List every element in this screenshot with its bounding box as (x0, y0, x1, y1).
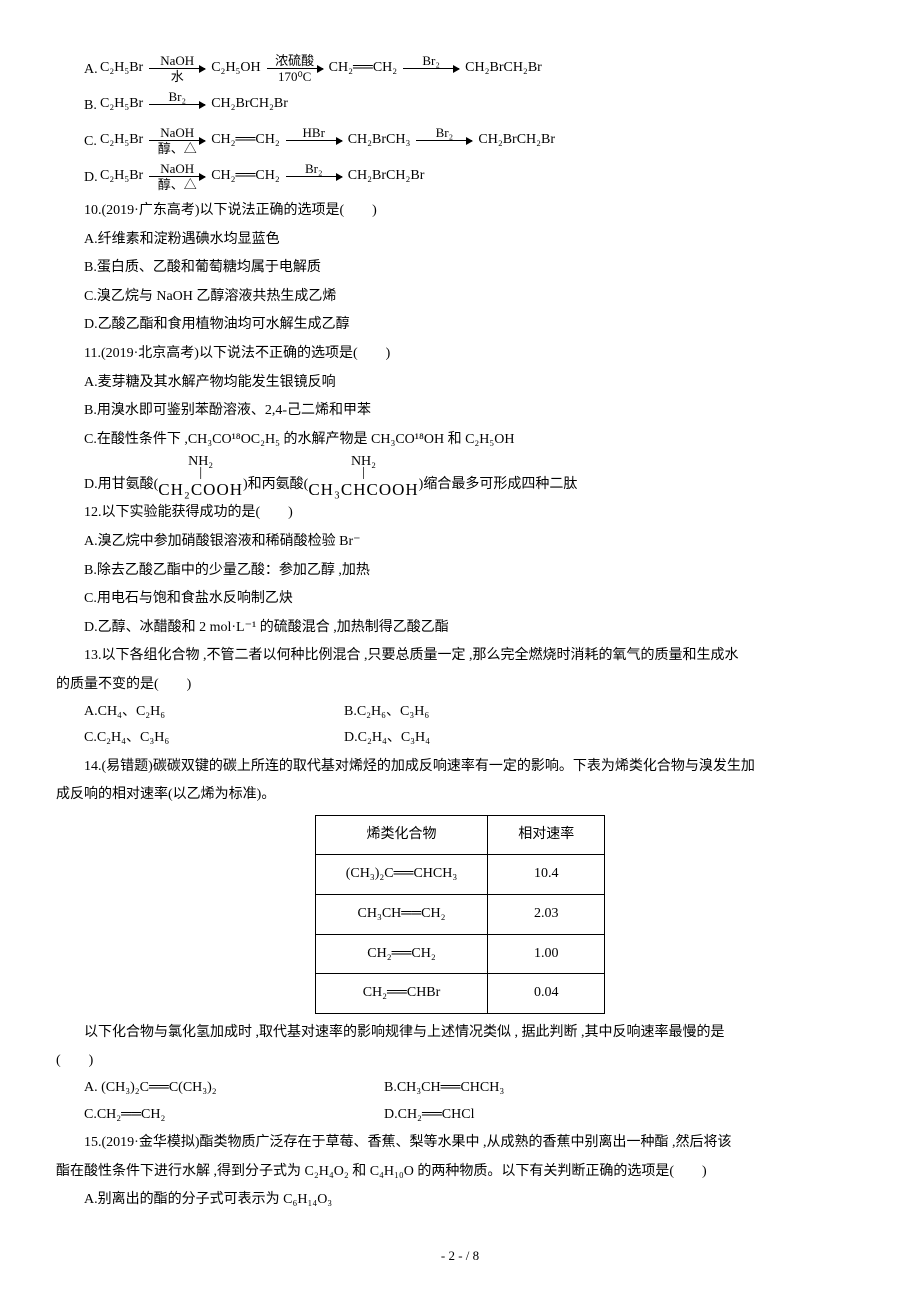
q11-stem: 11.(2019·北京高考)以下说法不正确的选项是( ) (56, 341, 864, 368)
table-row: CH₂══CHBr0.04 (315, 974, 605, 1014)
q13-stem2: 的质量不变的是( ) (56, 672, 864, 699)
q15-stem: 15.(2019·金华模拟)酯类物质广泛存在于草莓、香蕉、梨等水果中 ,从成熟的… (56, 1130, 864, 1157)
q12-stem: 12.以下实验能获得成功的是( ) (56, 500, 864, 527)
reaction-b: C₂H₅Br Br₂ CH₂BrCH₂Br (100, 90, 288, 120)
table-row: CH₃CH══CH₂2.03 (315, 895, 605, 935)
reactant: C₂H₅OH (211, 55, 260, 84)
reactant: CH₂BrCH₃ (348, 127, 411, 156)
q9-option-c: C. C₂H₅Br NaOH醇、△ CH₂══CH₂ HBr CH₂BrCH₃ … (84, 126, 864, 156)
q11-d-pre: D.用甘氨酸( (84, 472, 158, 499)
q13-row1: A.CH₄、C₂H₆ B.C₂H₆、C₃H₆ (84, 699, 864, 726)
alanine-structure: NH₂ │ CH₃CHCOOH (308, 455, 418, 498)
th-rate: 相对速率 (488, 815, 605, 855)
reactant: CH₂══CH₂ (329, 55, 398, 84)
reactant: C₂H₅Br (100, 91, 143, 120)
option-label: B. (84, 93, 100, 120)
q13-b: B.C₂H₆、C₃H₆ (344, 699, 604, 726)
table-row: (CH₃)₂C══CHCH₃10.4 (315, 855, 605, 895)
q14-d: D.CH₂══CHCl (384, 1102, 644, 1129)
q14-stem: 14.(易错题)碳碳双键的碳上所连的取代基对烯烃的加成反响速率有一定的影响。下表… (56, 754, 864, 781)
reaction-arrow-icon: Br₂ (149, 90, 205, 120)
q12-b: B.除去乙酸乙酯中的少量乙酸：参加乙醇 ,加热 (56, 558, 864, 585)
reactant: C₂H₅Br (100, 127, 143, 156)
reactant: CH₂══CH₂ (211, 163, 280, 192)
q13-a: A.CH₄、C₂H₆ (84, 699, 344, 726)
reaction-d: C₂H₅Br NaOH醇、△ CH₂══CH₂ Br₂ CH₂BrCH₂Br (100, 162, 424, 192)
reactant: C₂H₅Br (100, 163, 143, 192)
q9-option-b: B. C₂H₅Br Br₂ CH₂BrCH₂Br (84, 90, 864, 120)
option-label: C. (84, 129, 100, 156)
q14-after: 以下化合物与氯化氢加成时 ,取代基对速率的影响规律与上述情况类似 , 据此判断 … (56, 1020, 864, 1047)
reaction-arrow-icon: Br₂ (416, 126, 472, 156)
q14-c: C.CH₂══CH₂ (84, 1102, 384, 1129)
q11-d-mid: )和丙氨酸( (243, 472, 308, 499)
reaction-c: C₂H₅Br NaOH醇、△ CH₂══CH₂ HBr CH₂BrCH₃ Br₂… (100, 126, 555, 156)
q14-stem2: 成反响的相对速率(以乙烯为标准)。 (56, 782, 864, 809)
option-label: A. (84, 57, 100, 84)
q10-b: B.蛋白质、乙酸和葡萄糖均属于电解质 (56, 255, 864, 282)
q10-stem: 10.(2019·广东高考)以下说法正确的选项是( ) (56, 198, 864, 225)
q10-c: C.溴乙烷与 NaOH 乙醇溶液共热生成乙烯 (56, 284, 864, 311)
reaction-arrow-icon: Br₂ (286, 162, 342, 192)
q14-row2: C.CH₂══CH₂ D.CH₂══CHCl (84, 1102, 864, 1129)
reactant: CH₂BrCH₂Br (478, 127, 555, 156)
q9-option-a: A. C₂H₅Br NaOH水 C₂H₅OH 浓硫酸170⁰C CH₂══CH₂… (84, 54, 864, 84)
q12-a: A.溴乙烷中参加硝酸银溶液和稀硝酸检验 Br⁻ (56, 529, 864, 556)
reactant: CH₂══CH₂ (211, 127, 280, 156)
q13-c: C.C₂H₄、C₃H₆ (84, 725, 344, 752)
q11-c: C.在酸性条件下 ,CH₃CO¹⁸OC₂H₅ 的水解产物是 CH₃CO¹⁸OH … (56, 427, 864, 454)
reactant: CH₂BrCH₂Br (348, 163, 425, 192)
q15-a: A.别离出的酯的分子式可表示为 C₆H₁₄O₃ (56, 1187, 864, 1214)
q15-stem2: 酯在酸性条件下进行水解 ,得到分子式为 C₂H₄O₂ 和 C₄H₁₀O 的两种物… (56, 1159, 864, 1186)
q11-d-post: )缩合最多可形成四种二肽 (419, 472, 578, 499)
reaction-a: C₂H₅Br NaOH水 C₂H₅OH 浓硫酸170⁰C CH₂══CH₂ Br… (100, 54, 542, 84)
q14-row1: A. (CH₃)₂C══C(CH₃)₂ B.CH₃CH══CHCH₃ (84, 1075, 864, 1102)
q13-d: D.C₂H₄、C₃H₄ (344, 725, 604, 752)
th-compound: 烯类化合物 (315, 815, 488, 855)
q13-stem: 13.以下各组化合物 ,不管二者以何种比例混合 ,只要总质量一定 ,那么完全燃烧… (56, 643, 864, 670)
glycine-structure: NH₂ │ CH₂COOH (158, 455, 243, 498)
reactant: CH₂BrCH₂Br (465, 55, 542, 84)
q11-a: A.麦芽糖及其水解产物均能发生银镜反响 (56, 370, 864, 397)
reaction-arrow-icon: 浓硫酸170⁰C (267, 54, 323, 84)
q14-a: A. (CH₃)₂C══C(CH₃)₂ (84, 1075, 384, 1102)
q10-d: D.乙酸乙酯和食用植物油均可水解生成乙醇 (56, 312, 864, 339)
reaction-arrow-icon: HBr (286, 126, 342, 156)
option-label: D. (84, 165, 100, 192)
reaction-arrow-icon: NaOH醇、△ (149, 126, 205, 156)
reaction-arrow-icon: NaOH水 (149, 54, 205, 84)
q12-d: D.乙醇、冰醋酸和 2 mol·L⁻¹ 的硫酸混合 ,加热制得乙酸乙酯 (56, 615, 864, 642)
q14-after2: ( ) (56, 1048, 864, 1075)
table-row: CH₂══CH₂1.00 (315, 934, 605, 974)
reaction-arrow-icon: Br₂ (403, 54, 459, 84)
reaction-arrow-icon: NaOH醇、△ (149, 162, 205, 192)
q10-a: A.纤维素和淀粉遇碘水均显蓝色 (56, 227, 864, 254)
q11-b: B.用溴水即可鉴别苯酚溶液、2,4-己二烯和甲苯 (56, 398, 864, 425)
reactant: CH₂BrCH₂Br (211, 91, 288, 120)
q9-option-d: D. C₂H₅Br NaOH醇、△ CH₂══CH₂ Br₂ CH₂BrCH₂B… (84, 162, 864, 192)
q14-b: B.CH₃CH══CHCH₃ (384, 1075, 644, 1102)
q11-d: D.用甘氨酸( NH₂ │ CH₂COOH )和丙氨酸( NH₂ │ CH₃CH… (84, 455, 864, 498)
q13-row2: C.C₂H₄、C₃H₆ D.C₂H₄、C₃H₄ (84, 725, 864, 752)
table-row: 烯类化合物相对速率 (315, 815, 605, 855)
reactant: C₂H₅Br (100, 55, 143, 84)
rates-table: 烯类化合物相对速率 (CH₃)₂C══CHCH₃10.4 CH₃CH══CH₂2… (315, 815, 606, 1014)
page-footer: - 2 - / 8 (56, 1244, 864, 1269)
q12-c: C.用电石与饱和食盐水反响制乙炔 (56, 586, 864, 613)
